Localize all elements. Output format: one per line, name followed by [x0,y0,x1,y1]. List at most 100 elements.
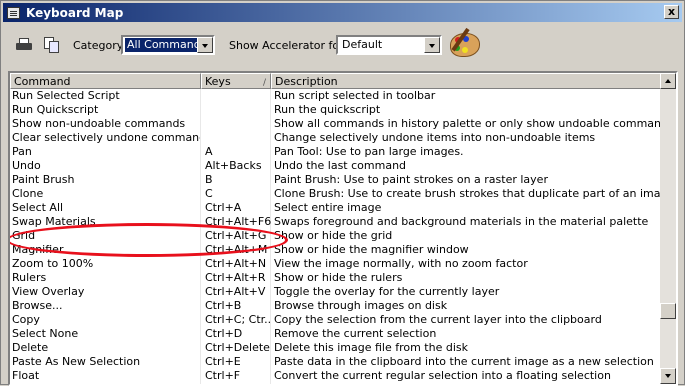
toolbar: Category: All Commands Show Accelerator … [1,25,684,67]
keys-cell [203,117,271,131]
table-row[interactable]: Select None Ctrl+D Remove the current sele… [10,327,661,341]
keys-cell: Ctrl+A [205,201,242,214]
keys-cell: Ctrl+E [205,355,241,368]
command-cell: Delete [12,341,49,354]
description-cell: Pan Tool: Use to pan large images. [274,145,464,158]
description-cell: Show or hide the grid [274,229,393,242]
description-cell: Browse through images on disk [274,299,448,312]
description-cell: Convert the current regular selection in… [274,369,611,382]
table-row[interactable]: Paste As New Selection Ctrl+E Paste data i… [10,355,661,369]
table-row[interactable]: Grid Ctrl+Alt+G Show or hide the grid [10,229,661,243]
command-cell: Grid [12,229,36,242]
command-cell: Magnifier [12,243,64,256]
command-cell: Paint Brush [12,173,75,186]
accelerator-value: Default [342,38,383,51]
keyboard-icon [7,6,20,19]
table-row[interactable]: Run Selected Script Run script selected i… [10,89,661,103]
keys-cell: Ctrl+C; Ctr... [205,313,271,326]
table-row[interactable]: Rulers Ctrl+Alt+R Show or hide the rulers [10,271,661,285]
description-cell: Remove the current selection [274,327,437,340]
vertical-scrollbar[interactable] [660,73,676,384]
window-title: Keyboard Map [26,5,124,20]
table-row[interactable]: Pan A Pan Tool: Use to pan large images. [10,145,661,159]
keys-cell: Ctrl+Alt+N [205,257,267,270]
table-row[interactable]: Copy Ctrl+C; Ctr... Copy the selection fro… [10,313,661,327]
command-cell: Run Selected Script [12,89,120,102]
command-cell: Select None [12,327,79,340]
copy-icon[interactable] [43,37,61,53]
command-cell: View Overlay [12,285,85,298]
command-cell: Copy [12,313,40,326]
command-cell: Show non-undoable commands [12,117,186,130]
description-cell: Run script selected in toolbar [274,89,436,102]
table-row[interactable]: Show non-undoable commands Show all comma… [10,117,661,131]
accelerator-label: Show Accelerator for: [229,39,348,52]
scroll-up-button[interactable] [660,73,676,89]
category-value: All Commands [125,38,209,52]
title-bar[interactable]: Keyboard Map x [3,3,682,22]
table-row[interactable]: Clear selectively undone commands Change … [10,131,661,145]
command-cell: Select All [12,201,64,214]
category-label: Category: [73,39,127,52]
keys-cell: C [205,187,213,200]
description-cell: Toggle the overlay for the currently lay… [274,285,500,298]
command-cell: Clear selectively undone commands [12,131,200,144]
command-cell: Paste As New Selection [12,355,141,368]
table-row[interactable]: Run Quickscript Run the quickscript [10,103,661,117]
accelerator-select[interactable]: Default [336,35,442,55]
keys-cell: Ctrl+Delete [205,341,270,354]
scroll-down-button[interactable] [660,368,676,384]
keys-cell: Ctrl+F [205,369,241,382]
command-cell: Undo [12,159,41,172]
description-cell: Copy the selection from the current laye… [274,313,602,326]
table-row[interactable]: View Overlay Ctrl+Alt+V Toggle the overlay… [10,285,661,299]
keys-cell: B [205,173,213,186]
printer-icon[interactable] [15,37,33,53]
chevron-down-icon[interactable] [424,37,440,53]
command-cell: Float [12,369,40,382]
description-cell: Select entire image [274,201,382,214]
command-cell: Clone [12,187,44,200]
palette-icon [448,27,486,61]
command-cell: Pan [12,145,32,158]
scroll-thumb[interactable] [660,303,676,319]
table-row[interactable]: Select All Ctrl+A Select entire image [10,201,661,215]
command-cell: Rulers [12,271,47,284]
category-select[interactable]: All Commands [121,35,215,55]
column-header-description[interactable]: Description [271,73,661,89]
column-header-command[interactable]: Command [10,73,201,89]
keys-cell: Ctrl+Alt+R [205,271,266,284]
keys-cell [203,103,271,117]
description-cell: Run the quickscript [274,103,381,116]
table-row[interactable]: Undo Alt+Backs Undo the last command [10,159,661,173]
table-row[interactable]: Paint Brush B Paint Brush: Use to paint st… [10,173,661,187]
keys-cell [203,89,271,103]
keyboard-map-window: Keyboard Map x Category: All Commands Sh… [0,0,685,386]
keys-cell: Ctrl+Alt+V [205,285,266,298]
chevron-down-icon[interactable] [197,37,213,53]
command-cell: Zoom to 100% [12,257,94,270]
description-cell: Undo the last command [274,159,407,172]
description-cell: Paint Brush: Use to paint strokes on a r… [274,173,548,186]
keyboard-map-list[interactable]: Command Keys / Description Run Selected S… [8,71,678,386]
table-row[interactable]: Clone C Clone Brush: Use to create brush s… [10,187,661,201]
table-row[interactable]: Browse... Ctrl+B Browse through images on … [10,299,661,313]
description-cell: Show all commands in history palette or … [274,117,661,130]
description-cell: Show or hide the magnifier window [274,243,469,256]
description-cell: Clone Brush: Use to create brush strokes… [274,187,661,200]
keys-cell: Alt+Backs [205,159,262,172]
table-row[interactable]: Float Ctrl+F Convert the current regular s… [10,369,661,383]
table-row[interactable]: Magnifier Ctrl+Alt+M Show or hide the magn… [10,243,661,257]
description-cell: Change selectively undone items into non… [274,131,596,144]
command-cell: Swap Materials [12,215,96,228]
table-row[interactable]: Swap Materials Ctrl+Alt+F6 Swaps foregroun… [10,215,661,229]
close-button[interactable]: x [664,5,679,19]
column-header-keys[interactable]: Keys / [201,73,271,89]
list-header: Command Keys / Description [10,73,661,89]
table-row[interactable]: Zoom to 100% Ctrl+Alt+N View the image nor… [10,257,661,271]
description-cell: Delete this image file from the disk [274,341,468,354]
command-cell: Browse... [12,299,63,312]
description-cell: Swaps foreground and background material… [274,215,649,228]
keys-cell: Ctrl+D [205,327,243,340]
table-row[interactable]: Delete Ctrl+Delete Delete this image file … [10,341,661,355]
